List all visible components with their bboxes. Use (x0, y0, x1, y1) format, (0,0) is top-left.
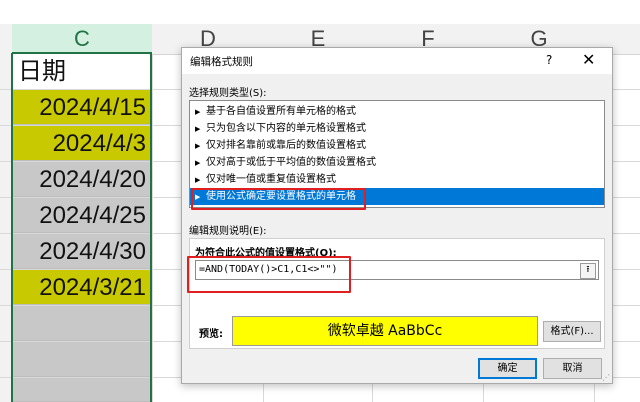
column-selection-border (11, 53, 152, 402)
formula-bar-area (0, 0, 640, 24)
rule-type-label-text: 基于各自值设置所有单元格的格式 (206, 106, 356, 117)
rule-type-item[interactable]: ▶ 仅对排名靠前或靠后的数值设置格式 (190, 137, 604, 154)
edit-formatting-rule-dialog: 编辑格式规则 ? ✕ 选择规则类型(S): ▶ 基于各自值设置所有单元格的格式 ▶… (181, 47, 613, 384)
gridline (152, 54, 153, 402)
rule-type-item[interactable]: ▶ 仅对唯一值或重复值设置格式 (190, 171, 604, 188)
help-button[interactable]: ? (546, 53, 552, 67)
rule-type-label-text: 仅对排名靠前或靠后的数值设置格式 (206, 140, 366, 151)
preview-label: 预览: (199, 329, 223, 340)
rule-type-label: 选择规则类型(S): (189, 88, 267, 99)
rule-type-label-text: 仅对唯一值或重复值设置格式 (206, 174, 336, 185)
format-preview: 微软卓越 AaBbCc (232, 316, 538, 346)
rule-type-item[interactable]: ▶ 只为包含以下内容的单元格设置格式 (190, 120, 604, 137)
collapse-dialog-icon[interactable]: ⭱ (580, 263, 596, 279)
ok-button[interactable]: 确定 (478, 358, 537, 379)
expand-arrow-icon: ▶ (195, 142, 201, 150)
highlight-box-rule-type (191, 188, 366, 210)
rule-description-panel: 为符合此公式的值设置格式(O): =AND(TODAY()>C1,C1<>"")… (189, 238, 605, 349)
expand-arrow-icon: ▶ (195, 176, 201, 184)
format-button[interactable]: 格式(F)... (543, 321, 601, 342)
expand-arrow-icon: ▶ (195, 159, 201, 167)
expand-arrow-icon: ▶ (195, 108, 201, 116)
rule-type-item[interactable]: ▶ 仅对高于或低于平均值的数值设置格式 (190, 154, 604, 171)
description-label: 编辑规则说明(E): (189, 226, 267, 237)
rule-type-label-text: 仅对高于或低于平均值的数值设置格式 (206, 157, 376, 168)
rule-type-item[interactable]: ▶ 基于各自值设置所有单元格的格式 (190, 103, 604, 120)
resize-grip-icon[interactable]: ⋰ (602, 373, 610, 382)
dialog-title-bar[interactable]: 编辑格式规则 ? ✕ (182, 48, 612, 74)
cancel-button[interactable]: 取消 (543, 358, 602, 379)
dialog-title: 编辑格式规则 (190, 56, 253, 68)
rule-type-label-text: 只为包含以下内容的单元格设置格式 (206, 123, 366, 134)
close-icon[interactable]: ✕ (582, 50, 595, 69)
expand-arrow-icon: ▶ (195, 125, 201, 133)
column-header-c[interactable]: C (12, 24, 152, 54)
highlight-box-formula (187, 256, 351, 293)
